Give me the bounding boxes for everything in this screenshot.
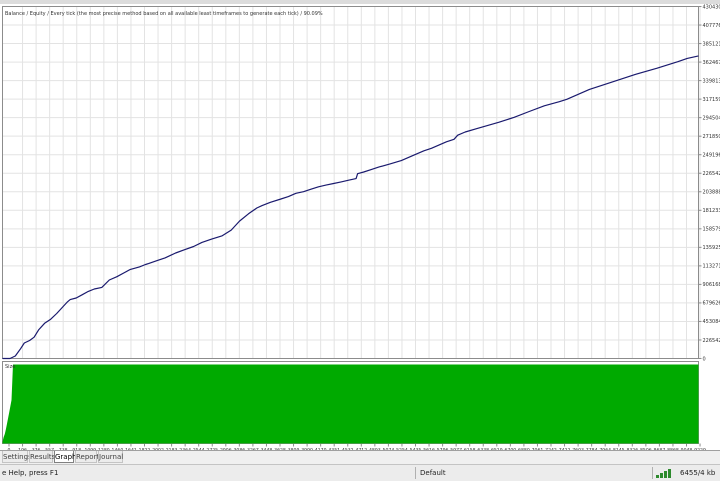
- y-tick-label: 6796267: [703, 301, 720, 307]
- y-tick-label: 38512177: [703, 41, 720, 47]
- y-tick-label: 40777600: [703, 23, 720, 29]
- status-separator: [415, 467, 416, 479]
- y-tick-label: 18123377: [703, 208, 720, 214]
- strategy-tester-window: Balance / Equity / Every tick (the most …: [0, 0, 720, 480]
- tab-results[interactable]: Results: [29, 451, 53, 463]
- balance-chart: Balance / Equity / Every tick (the most …: [0, 4, 720, 450]
- y-tick-label: 0: [703, 356, 706, 362]
- tab-report[interactable]: Report: [75, 451, 97, 463]
- y-tick-label: 20388800: [703, 190, 720, 196]
- y-tick-label: 43043022: [703, 4, 720, 10]
- tab-journal[interactable]: Journal: [98, 451, 123, 463]
- y-tick-label: 31715911: [703, 97, 720, 103]
- size-plot-label: Size: [5, 364, 15, 370]
- status-help-text: e Help, press F1: [2, 467, 58, 479]
- y-tick-label: 15857955: [703, 227, 720, 233]
- size-area-fill: [3, 365, 699, 444]
- status-separator: [652, 467, 653, 479]
- status-traffic: 6455/4 kb: [680, 467, 715, 479]
- connection-bars-icon: [655, 468, 677, 478]
- chart-frame: Balance / Equity / Every tick (the most …: [0, 4, 720, 450]
- y-tick-label: 22654222: [703, 171, 720, 177]
- y-tick-label: 33981333: [703, 78, 720, 84]
- y-tick-label: 2265422: [703, 338, 720, 344]
- status-bar: e Help, press F1 Default 6455/4 kb: [0, 464, 720, 481]
- y-tick-label: 24919644: [703, 153, 720, 159]
- tab-settings[interactable]: Settings: [2, 451, 28, 463]
- y-tick-label: 29450488: [703, 115, 720, 121]
- tab-graph[interactable]: Graph: [54, 451, 74, 463]
- y-tick-label: 36246755: [703, 60, 720, 66]
- status-profile: Default: [420, 467, 446, 479]
- tester-tabs: Settings Results Graph Report Journal: [0, 450, 720, 464]
- y-tick-label: 9061689: [703, 282, 720, 288]
- y-tick-label: 27185066: [703, 134, 720, 140]
- y-tick-label: 11327111: [703, 264, 720, 270]
- y-tick-label: 4530845: [703, 319, 720, 325]
- chart-info-line: Balance / Equity / Every tick (the most …: [5, 11, 323, 17]
- y-tick-label: 13592533: [703, 245, 720, 251]
